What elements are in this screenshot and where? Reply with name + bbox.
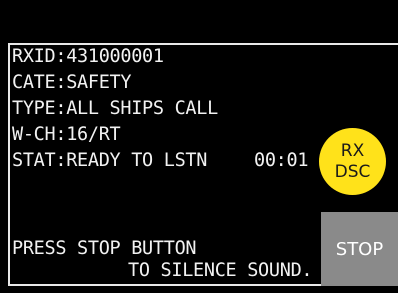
- category-line: CATE:SAFETY: [12, 72, 132, 93]
- call-type-line: TYPE:ALL SHIPS CALL: [12, 98, 218, 119]
- elapsed-timer: 00:01: [254, 150, 309, 171]
- work-channel-line: W-CH:16/RT: [12, 124, 121, 145]
- rx-dsc-badge-line1: RX: [340, 140, 365, 161]
- stop-button[interactable]: STOP: [321, 212, 398, 286]
- rx-dsc-badge-line2: DSC: [334, 161, 371, 182]
- status-line: STAT:READY TO LSTN: [12, 150, 208, 171]
- instruction-line-1: PRESS STOP BUTTON: [12, 238, 197, 259]
- rx-dsc-badge: RX DSC: [319, 128, 386, 195]
- rxid-line: RXID:431000001: [12, 46, 164, 67]
- instruction-line-2: TO SILENCE SOUND.: [128, 260, 313, 281]
- dsc-receive-screen: RXID:431000001 CATE:SAFETY TYPE:ALL SHIP…: [0, 0, 398, 293]
- bottom-divider: [8, 284, 321, 286]
